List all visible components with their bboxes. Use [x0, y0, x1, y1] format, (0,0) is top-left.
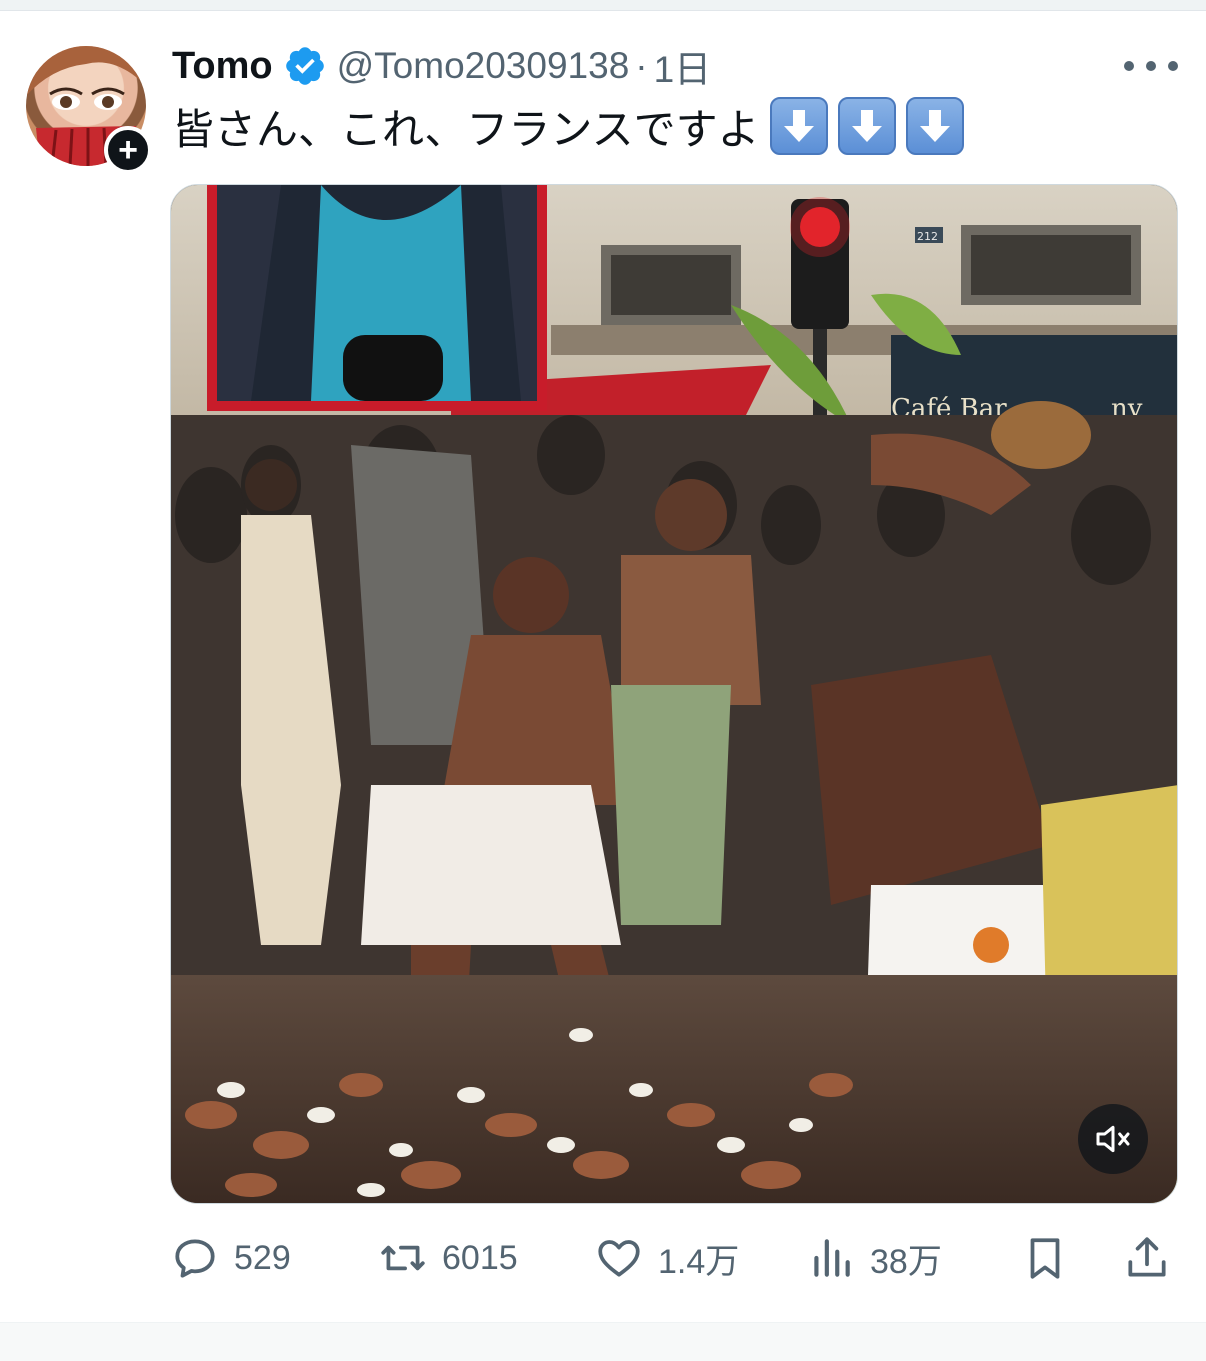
follow-plus-icon[interactable]: + — [104, 126, 152, 174]
tweet-header: Tomo @Tomo20309138 · 1日 — [172, 39, 712, 93]
reply-count: 529 — [234, 1238, 291, 1277]
like-button[interactable]: 1.4万 — [594, 1226, 739, 1290]
video-frame: Café Bar ny 212 — [171, 185, 1177, 1203]
user-handle[interactable]: @Tomo20309138 — [337, 45, 630, 87]
like-count: 1.4万 — [658, 1242, 740, 1281]
reply-button[interactable]: 529 — [170, 1226, 291, 1290]
street-number: 212 — [917, 230, 938, 243]
tweet-text: 皆さん、これ、フランスですよ — [172, 96, 964, 156]
unmute-button[interactable] — [1078, 1104, 1148, 1174]
more-options-icon[interactable] — [1124, 52, 1178, 80]
action-bar: 529 6015 1.4万 38万 — [170, 1226, 1180, 1290]
share-icon — [1128, 1237, 1166, 1277]
bookmark-button[interactable] — [1020, 1226, 1070, 1290]
reply-icon — [175, 1239, 215, 1278]
bookmark-icon — [1030, 1238, 1060, 1279]
repost-icon — [381, 1245, 425, 1271]
down-arrow-icon — [905, 97, 964, 155]
speaker-muted-icon — [1096, 1125, 1130, 1153]
views-button[interactable]: 38万 — [806, 1226, 942, 1290]
view-count: 38万 — [870, 1242, 942, 1281]
display-name[interactable]: Tomo — [172, 45, 273, 88]
heart-icon — [598, 1240, 640, 1277]
share-button[interactable] — [1122, 1226, 1172, 1290]
verified-badge-icon[interactable] — [283, 44, 327, 88]
down-arrow-icon — [769, 97, 828, 155]
video-player[interactable]: Café Bar ny 212 — [170, 184, 1178, 1204]
down-arrow-icon — [837, 97, 896, 155]
tweet-body: 皆さん、これ、フランスですよ — [172, 105, 760, 153]
bottom-divider — [0, 1322, 1206, 1361]
views-chart-icon — [814, 1239, 850, 1277]
top-divider — [0, 0, 1206, 11]
repost-button[interactable]: 6015 — [378, 1226, 518, 1290]
separator-dot: · — [635, 45, 648, 86]
timestamp[interactable]: 1日 — [654, 39, 712, 93]
repost-count: 6015 — [442, 1238, 518, 1277]
